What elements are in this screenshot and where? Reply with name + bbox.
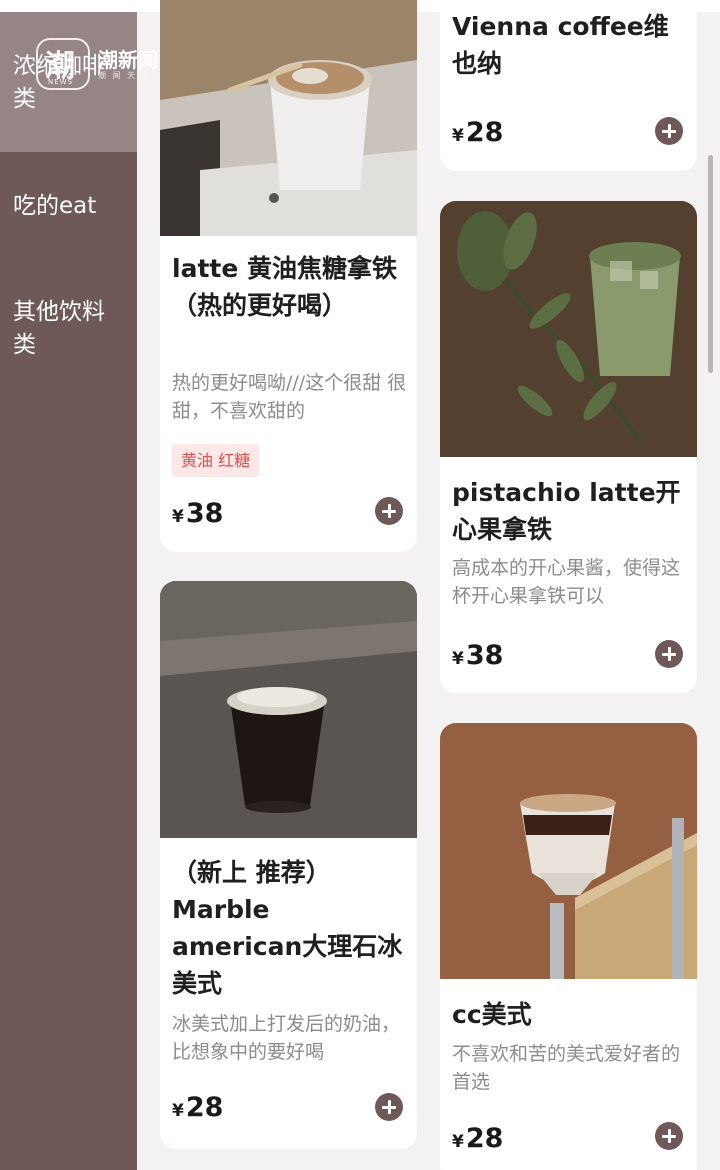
add-to-cart-button[interactable] xyxy=(375,497,403,525)
product-description: 热的更好喝呦///这个很甜 很甜，不喜欢甜的 xyxy=(172,372,407,422)
product-price: ¥38 xyxy=(172,498,224,529)
product-price: ¥28 xyxy=(452,117,504,148)
sidebar-item-label: 吃的eat xyxy=(13,193,97,219)
scrollbar[interactable] xyxy=(708,155,713,373)
product-description: 不喜欢和苦的美式爱好者的首选 xyxy=(452,1043,681,1093)
product-photo xyxy=(440,201,697,457)
product-title: （新上 推荐）Marble american大理石冰美式 xyxy=(172,858,403,998)
product-description: 冰美式加上打发后的奶油，比想象中的要好喝 xyxy=(172,1013,401,1063)
add-to-cart-button[interactable] xyxy=(655,640,683,668)
menu-page: 浓缩咖啡类 吃的eat 其他饮料类 潮 NEWS 潮新闻 潮 闻 天 下 lat… xyxy=(0,0,720,1170)
watermark-logo: 潮 NEWS 潮新闻 潮 闻 天 下 xyxy=(36,38,176,90)
product-title: pistachio latte开心果拿铁 xyxy=(452,478,681,544)
product-price: ¥28 xyxy=(452,1123,504,1154)
sidebar-item-other-drinks[interactable]: 其他饮料类 xyxy=(0,296,137,362)
product-title: cc美式 xyxy=(452,1000,532,1029)
add-to-cart-button[interactable] xyxy=(375,1093,403,1121)
add-to-cart-button[interactable] xyxy=(655,117,683,145)
product-card-latte[interactable]: latte 黄油焦糖拿铁（热的更好喝） 热的更好喝呦///这个很甜 很甜，不喜欢… xyxy=(160,0,417,552)
product-photo xyxy=(160,0,417,236)
logo-subtitle: 潮 闻 天 下 xyxy=(98,71,152,80)
product-card-vienna-coffee[interactable]: Vienna coffee维也纳 ¥28 xyxy=(440,0,697,171)
add-to-cart-button[interactable] xyxy=(655,1122,683,1150)
product-title: Vienna coffee维也纳 xyxy=(452,12,669,78)
product-card-cc-americano[interactable]: cc美式 不喜欢和苦的美式爱好者的首选 ¥28 xyxy=(440,723,697,1170)
category-sidebar: 浓缩咖啡类 吃的eat 其他饮料类 xyxy=(0,12,137,1170)
product-card-pistachio-latte[interactable]: pistachio latte开心果拿铁 高成本的开心果酱，使得这杯开心果拿铁可… xyxy=(440,201,697,693)
product-price: ¥28 xyxy=(172,1092,224,1123)
product-card-marble-american[interactable]: （新上 推荐）Marble american大理石冰美式 冰美式加上打发后的奶油… xyxy=(160,581,417,1149)
sidebar-item-label: 其他饮料类 xyxy=(13,299,105,358)
sidebar-item-eat[interactable]: 吃的eat xyxy=(0,190,137,223)
product-title: latte 黄油焦糖拿铁（热的更好喝） xyxy=(172,254,398,320)
logo-name: 潮新闻 xyxy=(98,48,158,72)
product-photo xyxy=(440,723,697,979)
logo-icon: 潮 NEWS xyxy=(36,38,90,90)
product-tag: 黄油 红糖 xyxy=(172,444,260,477)
product-photo xyxy=(160,581,417,838)
product-price: ¥38 xyxy=(452,640,504,671)
product-description: 高成本的开心果酱，使得这杯开心果拿铁可以 xyxy=(452,557,681,607)
